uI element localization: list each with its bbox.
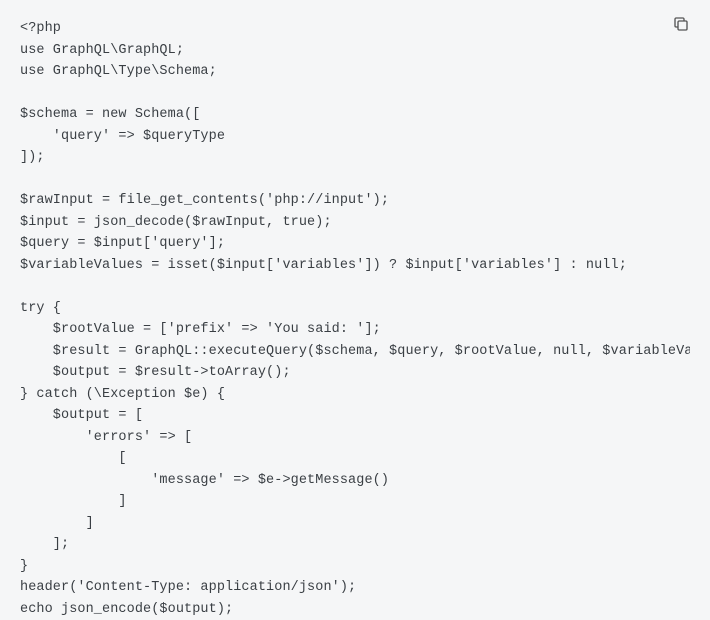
code-block: <?php use GraphQL\GraphQL; use GraphQL\T… [0,0,710,560]
copy-button[interactable] [670,14,692,36]
code-content: <?php use GraphQL\GraphQL; use GraphQL\T… [20,18,690,620]
copy-icon [672,15,690,36]
